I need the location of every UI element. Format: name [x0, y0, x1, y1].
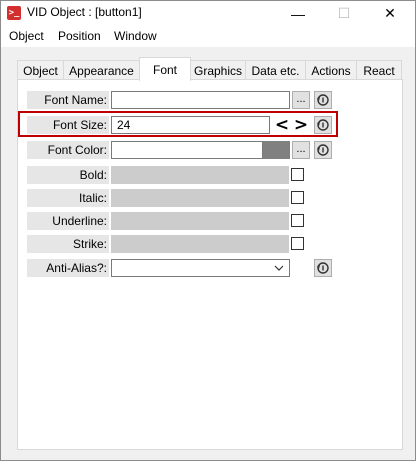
reset-icon — [317, 262, 329, 274]
italic-checkbox[interactable] — [291, 191, 304, 204]
font-name-field[interactable] — [111, 91, 290, 109]
window-title: VID Object : [button1] — [27, 5, 142, 19]
app-icon: >_ — [7, 6, 21, 20]
font-color-reset-button[interactable] — [314, 141, 332, 159]
menu-object[interactable]: Object — [9, 29, 44, 43]
font-color-label: Font Color: — [27, 141, 109, 159]
strike-label: Strike: — [27, 235, 109, 253]
underline-field — [111, 212, 289, 230]
font-name-label: Font Name: — [27, 91, 109, 109]
tab-actions[interactable]: Actions — [305, 60, 357, 80]
tab-graphics[interactable]: Graphics — [190, 60, 246, 80]
font-color-browse-button[interactable]: ... — [292, 141, 310, 159]
tab-react[interactable]: React — [356, 60, 402, 80]
tab-font[interactable]: Font — [139, 57, 191, 81]
tab-object[interactable]: Object — [17, 60, 64, 80]
strike-checkbox[interactable] — [291, 237, 304, 250]
bold-field — [111, 166, 289, 184]
strike-field — [111, 235, 289, 253]
vid-object-window: >_ VID Object : [button1] — ☐ ✕ Object P… — [0, 0, 416, 461]
bold-checkbox[interactable] — [291, 168, 304, 181]
bold-label: Bold: — [27, 166, 109, 184]
reset-icon — [317, 94, 329, 106]
tab-data[interactable]: Data etc. — [245, 60, 306, 80]
minimize-button[interactable]: — — [275, 1, 321, 26]
font-size-highlight-box — [18, 111, 338, 137]
underline-label: Underline: — [27, 212, 109, 230]
font-name-browse-button[interactable]: ... — [292, 91, 310, 109]
menu-bar: Object Position Window — [1, 26, 415, 47]
underline-checkbox[interactable] — [291, 214, 304, 227]
menu-position[interactable]: Position — [58, 29, 101, 43]
font-color-swatch[interactable] — [263, 141, 290, 159]
anti-alias-reset-button[interactable] — [314, 259, 332, 277]
maximize-button[interactable]: ☐ — [321, 1, 367, 26]
tab-strip: Object Appearance Font Graphics Data etc… — [17, 57, 403, 81]
anti-alias-select[interactable] — [111, 259, 290, 277]
font-name-reset-button[interactable] — [314, 91, 332, 109]
menu-window[interactable]: Window — [114, 29, 157, 43]
anti-alias-label: Anti-Alias?: — [27, 259, 109, 277]
font-color-field[interactable] — [111, 141, 263, 159]
italic-label: Italic: — [27, 189, 109, 207]
close-button[interactable]: ✕ — [367, 1, 413, 26]
chevron-down-icon — [274, 265, 284, 271]
tab-appearance[interactable]: Appearance — [63, 60, 140, 80]
italic-field — [111, 189, 289, 207]
title-bar[interactable]: >_ VID Object : [button1] — ☐ ✕ — [1, 1, 415, 26]
reset-icon — [317, 144, 329, 156]
